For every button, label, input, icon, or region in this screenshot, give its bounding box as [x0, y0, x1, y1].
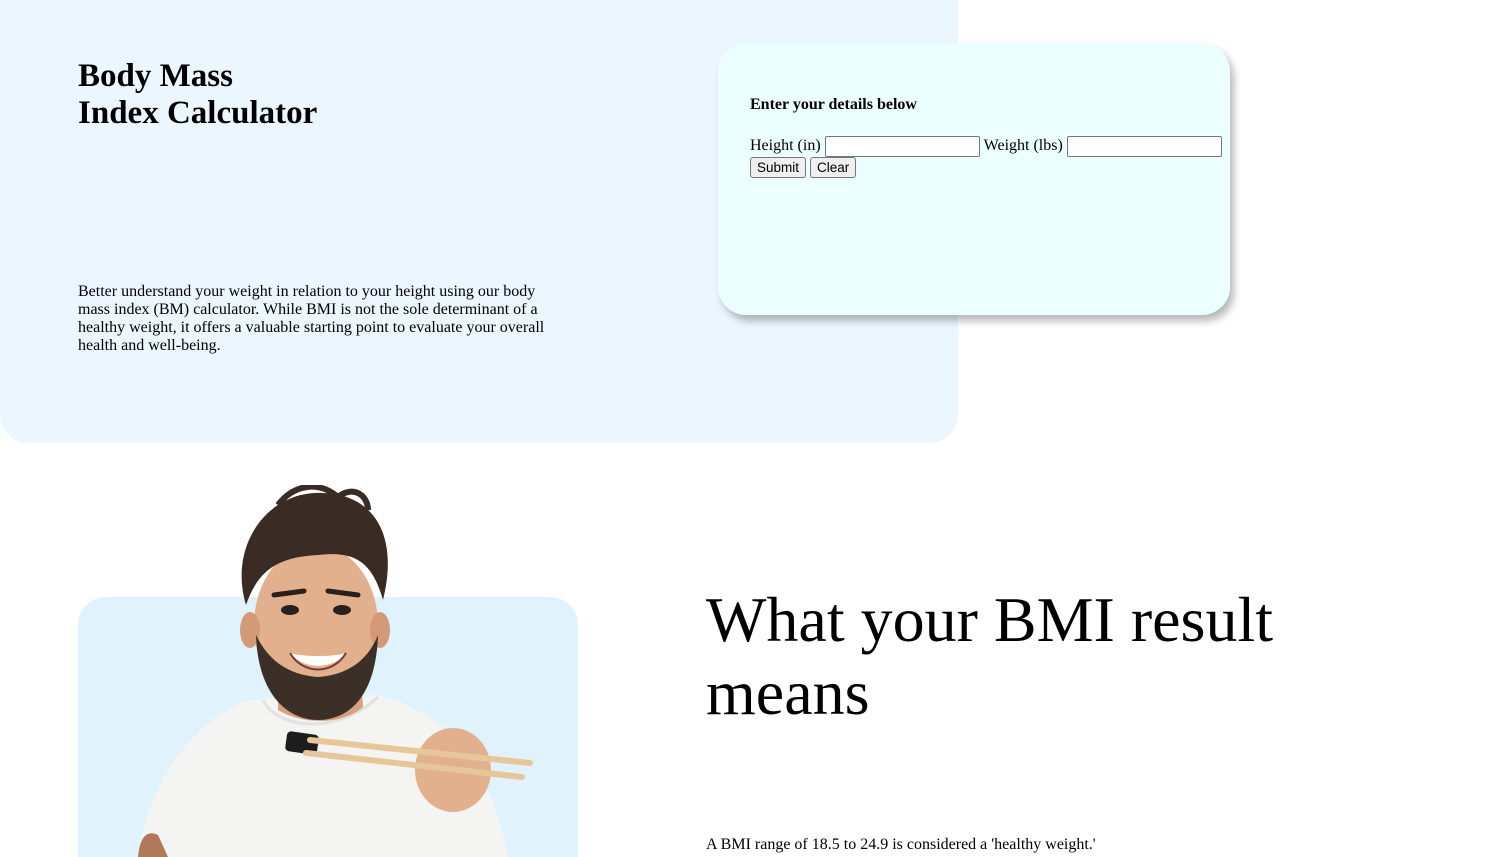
weight-label: Weight (lbs): [983, 137, 1063, 154]
submit-button[interactable]: Submit: [750, 157, 807, 178]
height-label: Height (in): [750, 137, 821, 154]
page-title: Body Mass Index Calculator: [78, 58, 378, 132]
clear-button[interactable]: Clear: [810, 157, 857, 178]
hero-description: Better understand your weight in relatio…: [78, 283, 545, 354]
bmi-form-card: Enter your details below Height (in) Weig…: [718, 43, 1230, 315]
form-buttons: Submit Clear: [750, 157, 860, 178]
page: Body Mass Index Calculator Better unders…: [0, 0, 1509, 857]
page-title-line2: Index Calculator: [78, 95, 318, 131]
man-eating-sushi-photo: [78, 485, 578, 857]
form-heading: Enter your details below: [750, 96, 917, 113]
weight-input[interactable]: [1066, 135, 1222, 157]
page-title-line1: Body Mass: [78, 58, 233, 94]
form-fields-row: Height (in) Weight (lbs): [750, 135, 1230, 157]
healthy-range-note: A BMI range of 18.5 to 24.9 is considere…: [706, 836, 1096, 853]
bmi-result-heading: What your BMI result means: [706, 584, 1273, 728]
height-input[interactable]: [824, 135, 980, 157]
